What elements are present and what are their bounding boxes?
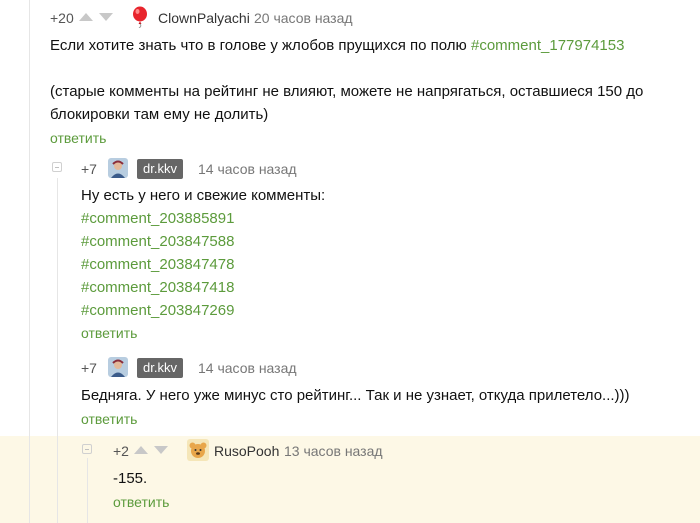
comment-rating: +20: [50, 10, 74, 26]
reply-button[interactable]: ответить: [81, 411, 137, 427]
user-avatar[interactable]: [108, 357, 128, 377]
comment-text-line3: блокировки там ему не долить): [50, 106, 269, 123]
comment-link[interactable]: #comment_203847418: [81, 276, 234, 299]
comment-link[interactable]: #comment_203847269: [81, 299, 234, 322]
comment-link[interactable]: #comment_203847478: [81, 253, 234, 276]
reply-button[interactable]: ответить: [81, 325, 137, 341]
comment-text: -155.: [113, 470, 148, 487]
comment-time[interactable]: 20 часов назад: [254, 10, 353, 26]
author-name[interactable]: RusoPooh: [214, 443, 279, 459]
comment-rating: +2: [113, 443, 129, 459]
downvote-icon[interactable]: [154, 446, 168, 454]
comment-time[interactable]: 14 часов назад: [198, 360, 297, 376]
collapse-toggle[interactable]: [52, 162, 62, 172]
comment-text: Если хотите знать что в голове у жлобов …: [50, 37, 467, 54]
comment-rating: +7: [81, 161, 97, 177]
comment-link[interactable]: #comment_203885891: [81, 207, 234, 230]
comment-time[interactable]: 14 часов назад: [198, 161, 297, 177]
comment-link[interactable]: #comment_177974153: [471, 37, 624, 54]
user-avatar[interactable]: [108, 158, 128, 178]
thread-line-3[interactable]: [87, 458, 88, 523]
comment-rating: +7: [81, 360, 97, 376]
collapse-toggle[interactable]: [82, 444, 92, 454]
upvote-icon[interactable]: [134, 446, 148, 454]
comment-text: Бедняга. У него уже минус сто рейтинг...…: [81, 387, 630, 404]
comment-text: Ну есть у него и свежие комменты:: [81, 187, 326, 204]
thread-line-1[interactable]: [29, 0, 30, 523]
author-badge[interactable]: dr.kkv: [137, 159, 183, 179]
upvote-icon[interactable]: [79, 13, 93, 21]
comment-body: Если хотите знать что в голове у жлобов …: [50, 34, 690, 57]
comment-time[interactable]: 13 часов назад: [284, 443, 383, 459]
reply-button[interactable]: ответить: [113, 494, 169, 510]
downvote-icon[interactable]: [99, 13, 113, 21]
balloon-avatar-icon[interactable]: [130, 6, 150, 28]
user-avatar[interactable]: [187, 439, 209, 461]
author-badge[interactable]: dr.kkv: [137, 358, 183, 378]
reply-button[interactable]: ответить: [50, 130, 106, 146]
comment-link[interactable]: #comment_203847588: [81, 230, 234, 253]
comment-text-line2: (старые комменты на рейтинг не влияют, м…: [50, 83, 644, 100]
author-name[interactable]: ClownPalyachi: [158, 10, 250, 26]
thread-line-2[interactable]: [57, 178, 58, 523]
